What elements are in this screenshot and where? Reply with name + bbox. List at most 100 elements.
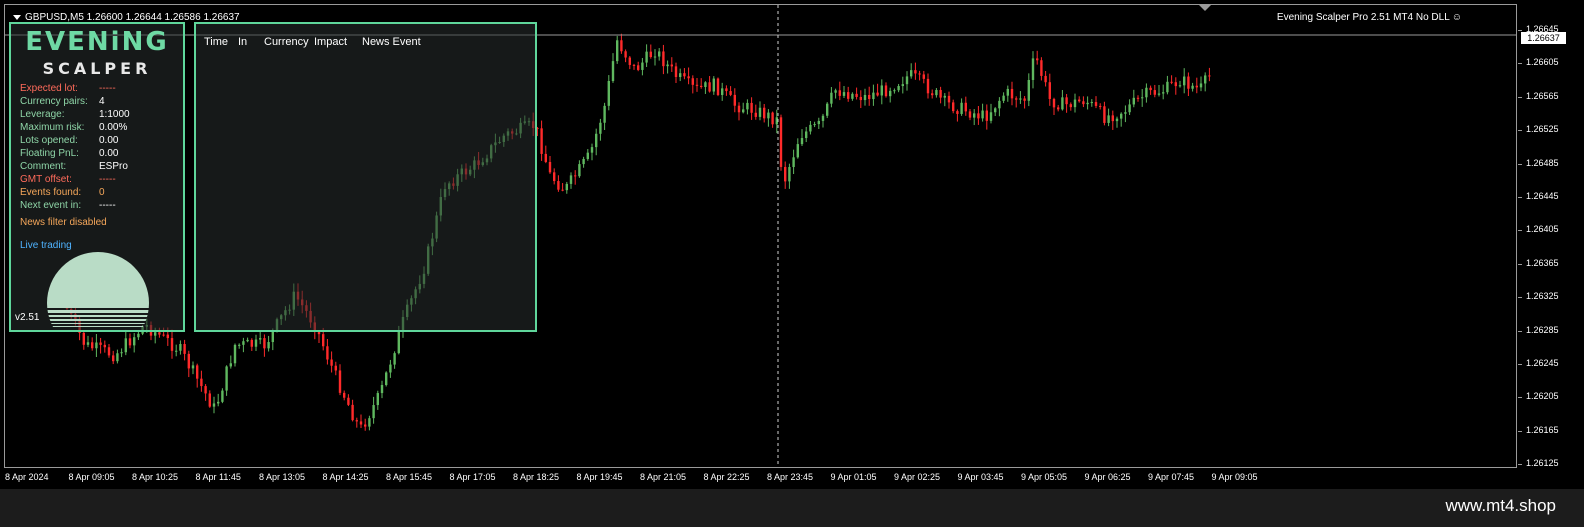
ea-name-label: Evening Scalper Pro 2.51 MT4 No DLL ☺ — [1277, 12, 1462, 23]
candle-body — [1002, 95, 1005, 101]
info-label: Floating PnL: — [20, 148, 79, 159]
candle-body — [1141, 97, 1144, 99]
price-tick: 1.26485 — [1518, 157, 1559, 168]
news-filter-status: News filter disabled — [20, 217, 107, 228]
candle-body — [834, 90, 837, 93]
info-value: 0.00% — [99, 122, 128, 133]
candle-body — [884, 85, 888, 97]
info-value: ----- — [99, 200, 116, 211]
info-value: 1:1000 — [99, 109, 130, 120]
candle-body — [1099, 105, 1102, 107]
candle-body — [359, 421, 363, 425]
candle-body — [779, 117, 783, 167]
candle-body — [561, 189, 564, 191]
candle-body — [763, 107, 766, 119]
candle-body — [1015, 98, 1018, 100]
candle-body — [1149, 87, 1152, 91]
candle-body — [805, 131, 808, 139]
candle-body — [326, 346, 329, 360]
candle-body — [897, 86, 900, 91]
candle-body — [880, 85, 883, 96]
candle-body — [1019, 98, 1022, 100]
candle-body — [99, 342, 102, 345]
candle-body — [624, 51, 627, 58]
candle-body — [603, 105, 606, 123]
candle-body — [645, 51, 648, 63]
candle-body — [540, 128, 543, 154]
info-value: 0 — [99, 187, 105, 198]
smiley-icon[interactable]: ☺ — [1452, 12, 1462, 23]
info-row-currency-pairs: Currency pairs: 4 — [20, 96, 105, 107]
candle-body — [599, 122, 602, 134]
candle-body — [931, 93, 934, 96]
candle-body — [733, 94, 736, 106]
candle-body — [725, 88, 728, 92]
candle-body — [263, 338, 266, 349]
ea-info-panel: EVENiNG SCALPER Expected lot: ----- Curr… — [9, 22, 185, 332]
candle-body — [742, 109, 745, 113]
candle-body — [1162, 92, 1165, 94]
time-tick: 9 Apr 06:25 — [1084, 472, 1131, 482]
candle-body — [548, 161, 552, 173]
candle-body — [196, 365, 199, 379]
price-tick: 1.26285 — [1518, 324, 1559, 335]
candle-body — [1183, 76, 1186, 86]
candle-body — [1103, 106, 1106, 123]
candle-body — [1115, 118, 1119, 122]
candle-body — [905, 76, 909, 85]
candle-body — [796, 144, 799, 158]
info-row-gmt-offset: GMT offset: ----- — [20, 174, 116, 185]
candle-body — [170, 338, 174, 351]
candle-body — [267, 342, 270, 349]
dropdown-triangle-icon[interactable] — [13, 14, 21, 20]
candle-body — [611, 61, 615, 81]
candle-body — [670, 64, 673, 67]
candle-body — [187, 353, 190, 369]
candle-body — [632, 64, 636, 66]
candle-body — [813, 124, 816, 126]
candle-body — [821, 115, 825, 121]
candle-body — [943, 95, 946, 98]
candle-body — [771, 112, 774, 125]
candle-body — [1065, 97, 1068, 105]
candle-body — [700, 85, 703, 87]
news-col-in: In — [238, 36, 248, 48]
candle-body — [330, 359, 333, 366]
candle-body — [1136, 97, 1140, 99]
candle-body — [960, 102, 963, 114]
price-tick: 1.26605 — [1518, 57, 1559, 68]
candle-body — [746, 102, 749, 110]
candle-body — [334, 365, 337, 371]
chart-shift-icon[interactable] — [1199, 5, 1211, 11]
info-label: Leverage: — [20, 109, 65, 120]
candle-body — [729, 91, 732, 95]
candle-body — [578, 164, 581, 177]
candle-body — [107, 347, 111, 356]
candle-body — [565, 183, 568, 191]
candle-body — [704, 82, 707, 87]
info-value: 0.00 — [99, 135, 119, 146]
candle-body — [674, 66, 678, 78]
candle-body — [1036, 58, 1039, 61]
candle-body — [590, 147, 594, 153]
candle-body — [162, 334, 165, 336]
candle-body — [221, 390, 224, 402]
candle-body — [393, 353, 396, 365]
candle-body — [1199, 83, 1203, 88]
candle-body — [973, 113, 976, 118]
price-tick: 1.26325 — [1518, 291, 1559, 302]
candle-body — [1111, 115, 1114, 122]
candle-body — [683, 73, 686, 77]
candle-body — [956, 111, 959, 114]
candle-body — [397, 330, 400, 354]
candle-body — [1174, 82, 1177, 87]
candle-body — [994, 108, 997, 113]
candle-body — [225, 366, 228, 391]
candle-body — [1010, 88, 1014, 99]
price-tick: 1.26645 — [1518, 24, 1559, 34]
candle-body — [758, 107, 762, 117]
candle-body — [574, 175, 577, 177]
watermark-bar: www.mt4.shop — [0, 489, 1584, 527]
candle-body — [641, 62, 644, 70]
candle-body — [116, 353, 119, 362]
